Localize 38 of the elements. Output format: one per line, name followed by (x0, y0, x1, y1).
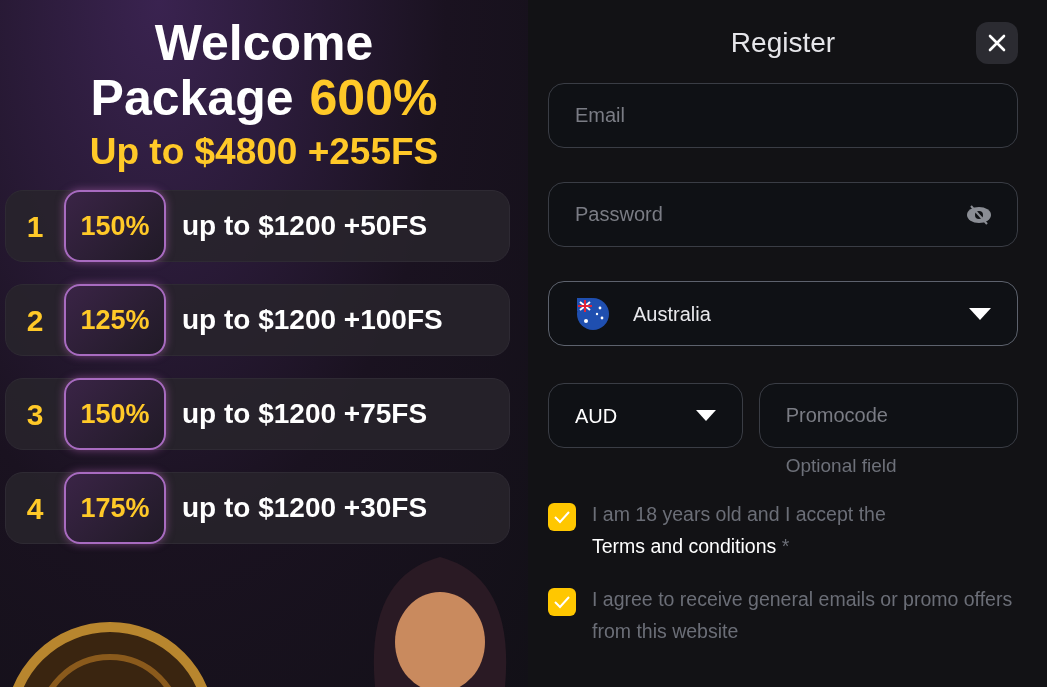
close-button[interactable] (976, 21, 1018, 64)
bonus-percent: 125% (64, 284, 166, 357)
promo-title: Package (90, 71, 294, 126)
checkbox[interactable] (548, 587, 576, 616)
tier-number: 2 (25, 302, 45, 339)
bonus-percent: 175% (64, 472, 166, 545)
email-field[interactable]: Email (548, 83, 1018, 148)
promocode-field[interactable]: Promocode (758, 383, 1018, 448)
caret-down-icon (695, 410, 716, 421)
close-icon (987, 32, 1007, 53)
tier-number: 4 (25, 490, 45, 527)
consent-text: I agree to receive general emails or promo offers from this website (592, 586, 1014, 644)
promo-subtitle: Up to $4800 +255FS (88, 130, 440, 174)
bonus-reward: up to $1200 +50FS (182, 209, 428, 244)
bonus-reward: up to $1200 +30FS (182, 491, 428, 526)
country-value: Australia (633, 301, 712, 327)
consent-text: I am 18 years old and I accept the Terms and conditions * (592, 501, 887, 559)
promo-percent: 600% (309, 71, 438, 126)
checkbox[interactable] (548, 502, 576, 531)
currency-select[interactable]: AUD (548, 383, 743, 448)
tier-number: 1 (25, 208, 45, 245)
terms-link[interactable]: Terms and conditions (592, 534, 777, 557)
promo-title: Welcome (153, 16, 375, 71)
checkmark-icon (553, 594, 571, 609)
form-title: Register (730, 25, 836, 60)
checkmark-icon (553, 509, 571, 524)
australia-flag-icon (577, 297, 609, 330)
currency-value: AUD (575, 403, 619, 429)
bonus-reward: up to $1200 +100FS (182, 303, 443, 338)
caret-down-icon (969, 307, 991, 320)
eye-slash-icon (966, 203, 992, 226)
optional-field-hint: Optional field (784, 454, 898, 478)
tier-number: 3 (25, 396, 45, 433)
country-select[interactable]: Australia (548, 281, 1018, 346)
bonus-reward: up to $1200 +75FS (182, 397, 428, 432)
password-field[interactable]: Password (548, 182, 1018, 247)
bonus-percent: 150% (64, 378, 166, 451)
bonus-percent: 150% (64, 190, 166, 263)
